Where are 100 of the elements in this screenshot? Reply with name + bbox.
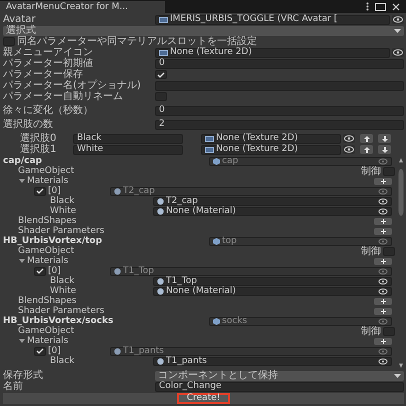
choice-label: White: [49, 206, 78, 216]
input-field[interactable]: 0: [155, 58, 404, 68]
shader-parameters-label: Shader Parameters: [17, 306, 104, 316]
checkbox[interactable]: [34, 346, 46, 356]
object-field[interactable]: IMERIS_URBIS_TOGGLE (VRC Avatar [: [155, 14, 390, 24]
option-name-field[interactable]: White: [73, 144, 183, 154]
eye-icon: [378, 188, 388, 194]
eye-icon[interactable]: [378, 208, 388, 214]
object-field[interactable]: None (Texture 2D): [201, 134, 341, 144]
sphere-icon: [114, 268, 121, 274]
field-label: パラメーター自動リネーム: [3, 91, 124, 102]
checkbox[interactable]: [3, 37, 15, 46]
material-field[interactable]: T1_Top: [153, 276, 392, 286]
blendshapes-label: BlendShapes: [17, 216, 76, 226]
object-field[interactable]: None (Texture 2D): [155, 48, 390, 58]
move-down-button[interactable]: [378, 134, 391, 143]
sphere-icon: [157, 358, 164, 364]
eye-icon[interactable]: [392, 48, 404, 57]
slot-index: [0]: [48, 346, 62, 356]
object-field: top: [209, 236, 392, 246]
add-button[interactable]: [374, 228, 392, 234]
materials-label: Materials: [27, 256, 68, 266]
asset-icon: [159, 50, 168, 56]
field-label: 親メニューアイコン: [3, 47, 94, 58]
choice-label: Black: [49, 276, 76, 286]
foldout-arrow-icon[interactable]: [19, 258, 25, 264]
field-label: 名前: [3, 381, 24, 392]
move-down-button[interactable]: [378, 145, 391, 154]
maximize-icon[interactable]: [375, 2, 386, 10]
checkbox[interactable]: [34, 186, 46, 196]
gameobject-label: GameObject: [17, 246, 74, 256]
option-name-field[interactable]: Black: [73, 134, 183, 144]
plus-icon: [380, 338, 386, 344]
eye-icon: [378, 348, 388, 354]
material-field[interactable]: T1_pants: [153, 356, 392, 366]
gameobject-label: GameObject: [17, 326, 74, 336]
add-button[interactable]: [374, 218, 392, 224]
field-label: 徐々に変化（秒数）: [3, 105, 94, 116]
plus-icon: [380, 228, 386, 234]
window-tab[interactable]: AvatarMenuCreator for M...: [0, 1, 165, 13]
eye-icon[interactable]: [378, 198, 388, 204]
eye-icon[interactable]: [378, 358, 388, 364]
material-field: T1_pants: [110, 346, 392, 356]
scrollbar[interactable]: [397, 156, 405, 370]
field-label: パラメーター名(オプショナル): [3, 80, 142, 91]
foldout-arrow-icon[interactable]: [19, 178, 25, 184]
asset-icon: [159, 16, 168, 22]
material-field: T2_cap: [110, 186, 392, 196]
gameobject-label: GameObject: [18, 166, 74, 176]
choice-label: White: [49, 286, 78, 296]
object-field[interactable]: None (Texture 2D): [201, 144, 341, 154]
material-field[interactable]: None (Material): [153, 286, 392, 296]
format-dropdown[interactable]: コンポーネントとして保持: [155, 370, 404, 380]
object-path: HB_UrbisVortex/socks: [3, 316, 114, 326]
materials-label: Materials: [27, 176, 68, 186]
cube-icon: [213, 318, 220, 324]
mode-dropdown[interactable]: 選択式: [3, 26, 404, 36]
input-field[interactable]: 2: [155, 120, 404, 130]
move-up-button[interactable]: [360, 134, 373, 143]
add-button[interactable]: [374, 298, 392, 304]
material-field: T1_Top: [110, 266, 392, 276]
add-button[interactable]: [374, 178, 392, 184]
materials-label: Materials: [27, 336, 68, 346]
control-label: 制御: [361, 166, 381, 176]
foldout-arrow-icon[interactable]: [19, 338, 25, 344]
checkbox[interactable]: [155, 70, 167, 79]
caret-icon: [394, 28, 401, 32]
add-button[interactable]: [374, 258, 392, 264]
option-label: 選択肢1: [19, 144, 58, 155]
eye-icon[interactable]: [392, 15, 404, 24]
shader-parameters-label: Shader Parameters: [17, 226, 104, 236]
checkbox[interactable]: [34, 266, 46, 276]
material-field[interactable]: None (Material): [153, 206, 392, 216]
field-label: パラメーター保存: [3, 69, 84, 80]
choice-label: Black: [49, 356, 76, 366]
eye-icon[interactable]: [343, 145, 355, 154]
eye-icon[interactable]: [343, 134, 355, 143]
create-button[interactable]: Create!: [176, 393, 230, 404]
move-up-button[interactable]: [360, 145, 373, 154]
eye-icon[interactable]: [378, 288, 388, 294]
control-label: 制御: [361, 246, 381, 256]
object-path: cap/cap: [3, 156, 42, 166]
eye-icon: [378, 158, 388, 164]
cube-icon: [213, 238, 220, 244]
add-button[interactable]: [374, 338, 392, 344]
eye-icon[interactable]: [378, 278, 388, 284]
option-label: 選択肢0: [19, 133, 58, 144]
caret-icon: [394, 374, 401, 378]
plus-icon: [380, 218, 386, 224]
slot-index: [0]: [48, 266, 62, 276]
input-field[interactable]: 0: [155, 106, 404, 116]
add-button[interactable]: [374, 308, 392, 314]
sphere-icon: [114, 188, 121, 194]
material-field[interactable]: T2_cap: [153, 196, 392, 206]
plus-icon: [380, 258, 386, 264]
close-icon[interactable]: [392, 2, 400, 10]
eye-icon: [378, 268, 388, 274]
more-icon[interactable]: [366, 2, 369, 11]
field-label: Avatar: [3, 14, 36, 25]
input-field[interactable]: Color_Change: [155, 382, 404, 392]
